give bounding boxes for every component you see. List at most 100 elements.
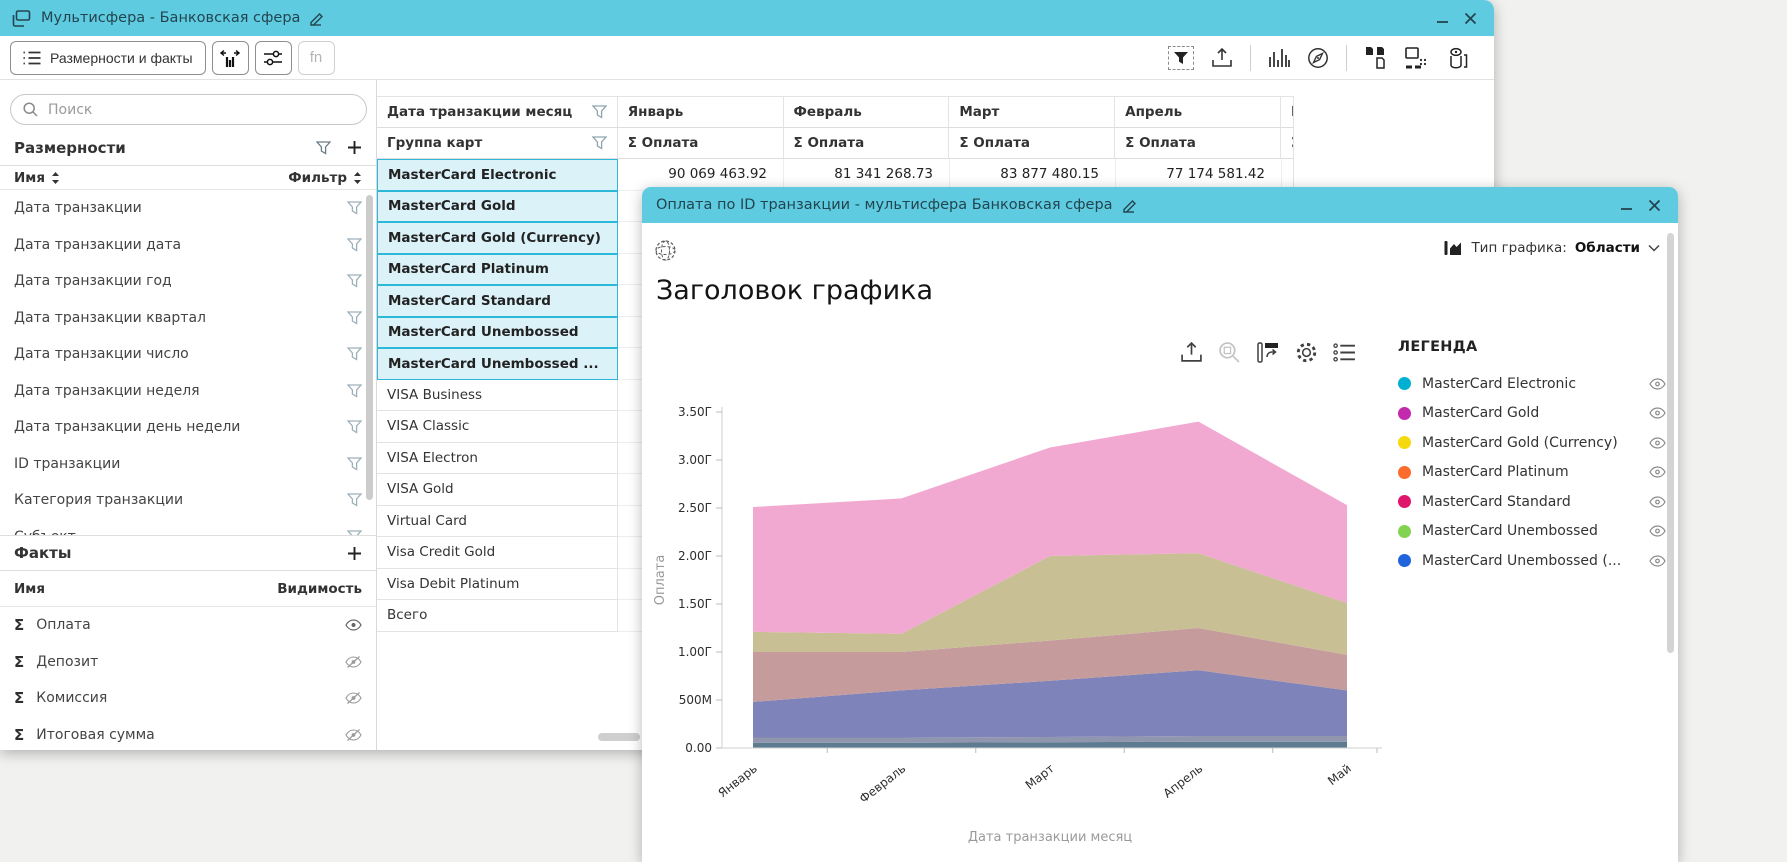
group-cell[interactable]: VISA Business (377, 380, 618, 412)
eye-icon[interactable] (345, 619, 362, 631)
filter-active-button[interactable] (1168, 46, 1194, 70)
legend-item[interactable]: MasterCard Gold (1398, 399, 1666, 429)
pivot-swap-icon[interactable] (1256, 341, 1280, 364)
sort-filter-icon[interactable] (353, 172, 362, 184)
row-filter-icon[interactable] (347, 311, 362, 325)
copy-sheets-icon[interactable] (1364, 46, 1388, 70)
main-minimize-button[interactable] (1428, 4, 1456, 32)
group-cell[interactable]: VISA Electron (377, 443, 618, 475)
value-cell[interactable]: 90 069 463.92 (618, 159, 784, 191)
move-columns-button[interactable] (212, 41, 249, 75)
eye-icon[interactable] (1649, 555, 1666, 567)
dimension-row[interactable]: Субъект (0, 519, 376, 536)
sliders-button[interactable] (255, 41, 292, 75)
fact-row[interactable]: Σ Депозит (0, 644, 376, 681)
sidebar-scrollbar[interactable] (366, 195, 373, 500)
search-box[interactable] (10, 94, 367, 125)
row-filter-icon[interactable] (347, 201, 362, 215)
total-cell[interactable]: Всего (377, 600, 618, 632)
export-icon[interactable] (1211, 47, 1233, 69)
search-input[interactable] (46, 101, 354, 119)
group-cell[interactable]: VISA Classic (377, 411, 618, 443)
hide-columns-icon[interactable] (1446, 46, 1470, 70)
legend-item[interactable]: MasterCard Unembossed (... (1398, 546, 1666, 576)
legend-list-icon[interactable] (1333, 343, 1356, 362)
chart-close-button[interactable] (1640, 191, 1668, 219)
eye-icon[interactable] (1649, 525, 1666, 537)
group-cell[interactable]: MasterCard Gold (Currency) (377, 222, 618, 254)
legend-item[interactable]: MasterCard Electronic (1398, 369, 1666, 399)
main-titlebar[interactable]: Мультисфера - Банковская сфера (0, 0, 1494, 36)
chart-bars-icon[interactable] (1268, 48, 1290, 68)
zoom-icon[interactable] (1218, 341, 1241, 364)
main-close-button[interactable] (1456, 4, 1484, 32)
add-dimension-button[interactable] (347, 140, 362, 155)
row-filter-icon[interactable] (347, 384, 362, 398)
legend-item[interactable]: MasterCard Unembossed (1398, 517, 1666, 547)
group-cell[interactable]: Visa Credit Gold (377, 537, 618, 569)
fact-row[interactable]: Σ Комиссия (0, 680, 376, 717)
group-cell[interactable]: VISA Gold (377, 474, 618, 506)
chart-minimize-button[interactable] (1612, 191, 1640, 219)
eye-icon[interactable] (1649, 496, 1666, 508)
month-header[interactable]: Март (949, 96, 1115, 128)
group-cell[interactable]: MasterCard Unembossed (377, 317, 618, 349)
month-header[interactable]: Февраль (784, 96, 950, 128)
dimensions-filter-icon[interactable] (316, 141, 331, 155)
eye-icon[interactable] (1649, 437, 1666, 449)
value-cell[interactable]: 77 174 581.42 (1116, 159, 1282, 191)
group-cell[interactable]: Virtual Card (377, 506, 618, 538)
dimension-row[interactable]: Дата транзакции день недели (0, 409, 376, 446)
measure-header[interactable]: Σ Оплата (949, 128, 1115, 160)
measure-header[interactable]: Σ Оплата (1281, 128, 1293, 160)
row-filter-icon[interactable] (347, 493, 362, 507)
dimension-row[interactable]: Дата транзакции число (0, 336, 376, 373)
export-icon[interactable] (1180, 341, 1203, 364)
chart-window-scrollbar[interactable] (1667, 233, 1674, 653)
column-dimension-header[interactable]: Дата транзакции месяц (377, 96, 618, 128)
group-cell[interactable]: Visa Debit Platinum (377, 569, 618, 601)
group-cell[interactable]: MasterCard Gold (377, 191, 618, 223)
month-header[interactable]: Январь (618, 96, 784, 128)
measure-header[interactable]: Σ Оплата (784, 128, 950, 160)
fact-row[interactable]: Σ Оплата (0, 607, 376, 644)
eye-off-icon[interactable] (345, 729, 362, 741)
group-cell[interactable]: MasterCard Unembossed ... (377, 348, 618, 380)
dimension-row[interactable]: Дата транзакции неделя (0, 373, 376, 410)
edit-title-icon[interactable] (309, 11, 325, 26)
dimension-row[interactable]: Дата транзакции квартал (0, 300, 376, 337)
eye-off-icon[interactable] (345, 692, 362, 704)
dimension-row[interactable]: Дата транзакции дата (0, 227, 376, 264)
fn-button[interactable]: fn (298, 41, 335, 75)
value-cell[interactable]: 83 877 480.15 (950, 159, 1116, 191)
header-filter-icon[interactable] (592, 105, 607, 119)
month-header[interactable]: Апрель (1115, 96, 1281, 128)
sort-name-icon[interactable] (51, 172, 60, 184)
chart-title[interactable]: Заголовок графика (656, 275, 933, 306)
group-cell[interactable]: MasterCard Platinum (377, 254, 618, 286)
eye-icon[interactable] (1649, 378, 1666, 390)
settings-gear-icon[interactable] (1295, 341, 1318, 364)
eye-icon[interactable] (1649, 407, 1666, 419)
row-dimension-header[interactable]: Группа карт (377, 128, 618, 160)
group-cell[interactable]: MasterCard Standard (377, 285, 618, 317)
measure-header[interactable]: Σ Оплата (1115, 128, 1281, 160)
add-fact-button[interactable] (347, 546, 362, 561)
dimension-row[interactable]: Дата транзакции год (0, 263, 376, 300)
value-cell[interactable]: 81 341 268.73 (784, 159, 950, 191)
row-filter-icon[interactable] (347, 457, 362, 471)
compass-icon[interactable] (1307, 47, 1329, 69)
month-header[interactable]: Май (1281, 96, 1293, 128)
chart-titlebar[interactable]: Оплата по ID транзакции - мультисфера Ба… (642, 187, 1678, 223)
row-filter-icon[interactable] (347, 420, 362, 434)
fact-row[interactable]: Σ Итоговая сумма (0, 717, 376, 751)
edit-title-icon[interactable] (1122, 198, 1138, 213)
chart-type-select[interactable]: Тип графика: Области (1443, 239, 1660, 257)
multisphere-icon[interactable] (654, 239, 677, 262)
row-filter-icon[interactable] (347, 238, 362, 252)
eye-off-icon[interactable] (345, 656, 362, 668)
header-filter-icon[interactable] (592, 136, 607, 150)
dimension-row[interactable]: Категория транзакции (0, 482, 376, 519)
layout-icon[interactable] (1405, 47, 1429, 69)
group-cell[interactable]: MasterCard Electronic (377, 159, 618, 191)
